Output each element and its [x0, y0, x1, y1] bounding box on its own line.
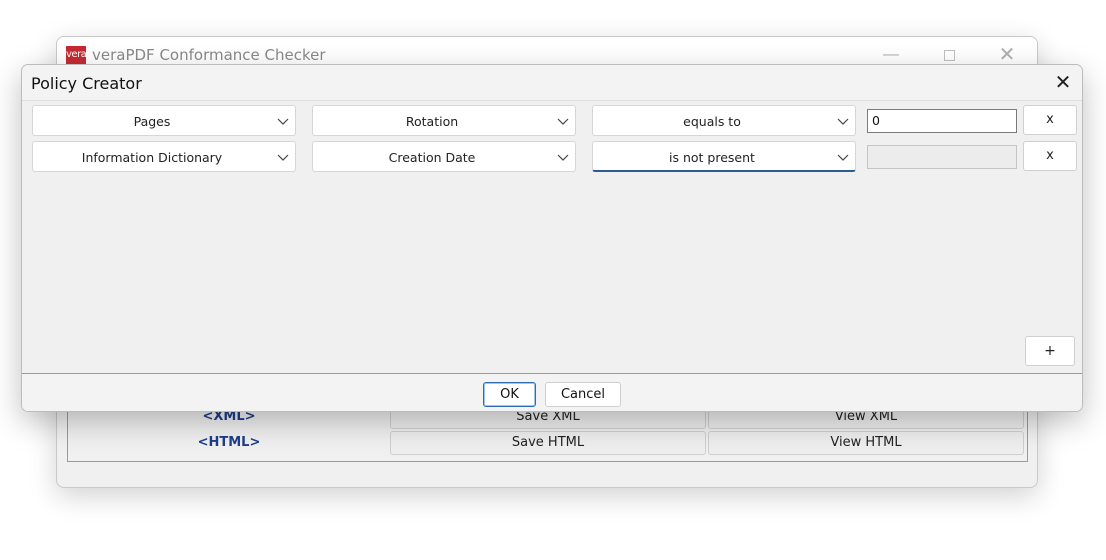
chevron-down-icon: [557, 154, 569, 161]
chevron-down-icon: [557, 118, 569, 125]
report-row-html: <HTML> Save HTML View HTML: [68, 430, 1027, 456]
save-html-button[interactable]: Save HTML: [390, 431, 706, 455]
property-select-value: Rotation: [405, 114, 459, 129]
object-select-rule-1[interactable]: Pages: [32, 105, 296, 136]
dialog-titlebar: Policy Creator ✕: [22, 65, 1082, 101]
operator-select-rule-2[interactable]: is not present: [592, 141, 856, 172]
add-rule-button[interactable]: +: [1025, 336, 1075, 366]
operator-select-value: is not present: [669, 150, 755, 165]
cancel-button[interactable]: Cancel: [545, 382, 621, 407]
policy-creator-dialog: Policy Creator ✕ Pages Rotation equals t…: [21, 64, 1083, 412]
property-select-rule-2[interactable]: Creation Date: [312, 141, 576, 172]
property-select-rule-1[interactable]: Rotation: [312, 105, 576, 136]
value-input-rule-2[interactable]: [867, 145, 1017, 169]
property-select-value: Creation Date: [388, 150, 476, 165]
chevron-down-icon: [837, 154, 849, 161]
value-input-rule-1[interactable]: 0: [867, 109, 1017, 133]
dialog-close-button[interactable]: ✕: [1048, 71, 1078, 95]
object-select-value: Pages: [133, 114, 171, 129]
report-label-html: <HTML>: [197, 435, 261, 450]
remove-rule-1-button[interactable]: x: [1023, 105, 1077, 135]
remove-rule-2-button[interactable]: x: [1023, 141, 1077, 171]
maximize-icon: [943, 50, 955, 61]
dialog-footer: OK Cancel: [22, 373, 1082, 411]
chevron-down-icon: [837, 118, 849, 125]
operator-select-rule-1[interactable]: equals to: [592, 105, 856, 136]
operator-select-value: equals to: [683, 114, 741, 129]
object-select-rule-2[interactable]: Information Dictionary: [32, 141, 296, 172]
chevron-down-icon: [277, 118, 289, 125]
chevron-down-icon: [277, 154, 289, 161]
dialog-title: Policy Creator: [31, 74, 142, 93]
ok-button[interactable]: OK: [483, 382, 536, 407]
main-window-title: veraPDF Conformance Checker: [92, 46, 326, 64]
verapdf-logo-icon: vera: [66, 46, 87, 64]
view-html-button[interactable]: View HTML: [708, 431, 1024, 455]
object-select-value: Information Dictionary: [81, 150, 223, 165]
